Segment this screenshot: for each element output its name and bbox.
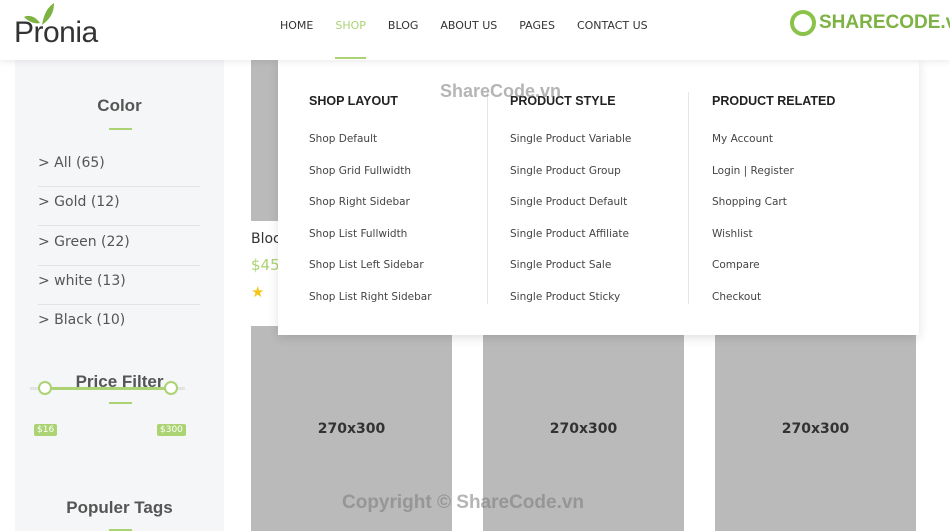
menu-link[interactable]: Checkout (712, 291, 761, 303)
nav-contact[interactable]: CONTACT US (577, 19, 648, 32)
menu-link[interactable]: Login | Register (712, 165, 794, 177)
color-filter-gold[interactable]: > Gold (12) (38, 187, 200, 226)
menu-link[interactable]: Single Product Variable (510, 133, 631, 145)
menu-link[interactable]: Shop Default (309, 133, 377, 145)
product-price: $45 (251, 256, 280, 274)
menu-link[interactable]: Single Product Affiliate (510, 228, 629, 240)
nav-blog[interactable]: BLOG (388, 19, 418, 32)
menu-link[interactable]: Single Product Group (510, 165, 621, 177)
column-title: PRODUCT RELATED (712, 94, 836, 108)
price-max-handle[interactable] (164, 381, 178, 395)
shop-mega-menu: SHOP LAYOUT Shop Default Shop Grid Fullw… (278, 60, 919, 335)
menu-link[interactable]: Shop List Fullwidth (309, 228, 407, 240)
watermark-bottom: Copyright © ShareCode.vn (342, 492, 585, 513)
color-filter-all[interactable]: > All (65) (38, 148, 200, 187)
menu-link[interactable]: Single Product Sticky (510, 291, 620, 303)
color-filter-green[interactable]: > Green (22) (38, 227, 200, 266)
sharecode-text: SHARECODE.vn (819, 12, 950, 33)
menu-link[interactable]: Shop Grid Fullwidth (309, 165, 411, 177)
price-min-label: $16 (34, 424, 58, 436)
menu-link[interactable]: Single Product Sale (510, 259, 611, 271)
star-icon: ★ (251, 283, 265, 301)
product-image[interactable]: 270x300 (715, 326, 916, 531)
product-title[interactable]: Bloc (251, 231, 281, 247)
sharecode-logo: SHARECODE.vn (790, 10, 950, 36)
price-slider-range (45, 387, 171, 390)
nav-pages[interactable]: PAGES (519, 19, 555, 32)
color-title: Color (97, 96, 142, 115)
title-underline (109, 402, 132, 404)
sidebar: Color > All (65) > Gold (12) > Green (22… (15, 60, 224, 531)
column-divider (688, 92, 689, 304)
recycle-icon (790, 10, 816, 36)
menu-link[interactable]: Shop List Left Sidebar (309, 259, 424, 271)
menu-link[interactable]: Shopping Cart (712, 196, 787, 208)
menu-link[interactable]: Shop List Right Sidebar (309, 291, 432, 303)
pronia-logo[interactable]: Pronia (14, 3, 104, 50)
column-title: SHOP LAYOUT (309, 94, 398, 108)
site-header: Pronia HOME SHOP BLOG ABOUT US PAGES CON… (0, 0, 950, 60)
nav-shop[interactable]: SHOP (335, 19, 366, 59)
logo-text: Pronia (14, 16, 98, 49)
price-max-label: $300 (157, 424, 186, 436)
column-divider (487, 92, 488, 304)
color-filter-white[interactable]: > white (13) (38, 266, 200, 305)
watermark-top: ShareCode.vn (440, 81, 562, 101)
menu-link[interactable]: My Account (712, 133, 773, 145)
price-min-handle[interactable] (38, 381, 52, 395)
menu-link[interactable]: Wishlist (712, 228, 753, 240)
nav-home[interactable]: HOME (280, 19, 313, 32)
menu-link[interactable]: Shop Right Sidebar (309, 196, 410, 208)
tags-title: Populer Tags (66, 498, 173, 517)
color-filter-black[interactable]: > Black (10) (38, 305, 200, 344)
menu-link[interactable]: Single Product Default (510, 196, 627, 208)
menu-link[interactable]: Compare (712, 259, 760, 271)
title-underline (109, 128, 132, 130)
nav-about[interactable]: ABOUT US (440, 19, 497, 32)
main-nav: HOME SHOP BLOG ABOUT US PAGES CONTACT US (280, 19, 670, 59)
